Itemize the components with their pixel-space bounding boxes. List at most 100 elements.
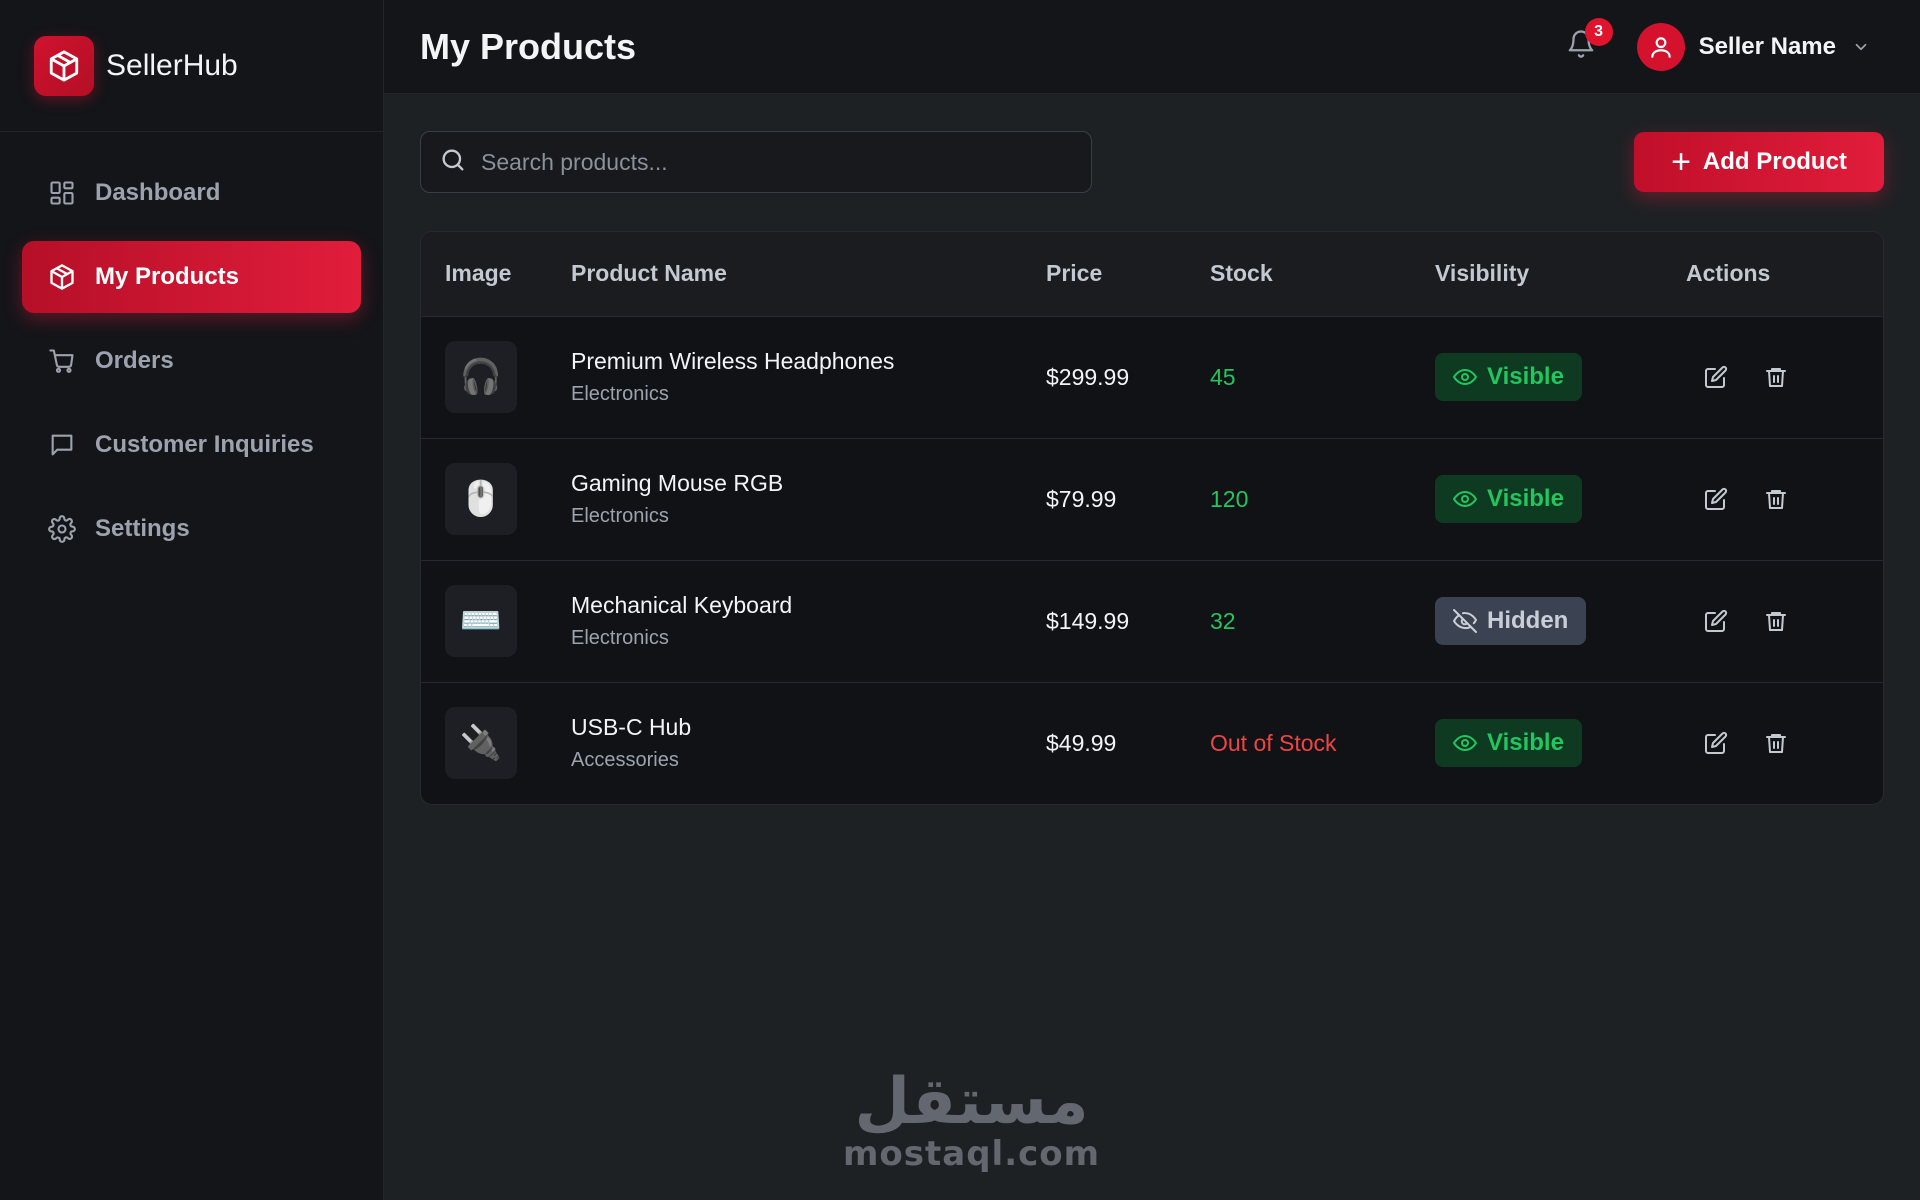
gear-icon (47, 514, 77, 544)
product-price: $149.99 (1046, 607, 1130, 634)
column-header-price: Price (1046, 260, 1103, 287)
table-row: 🎧 Premium Wireless Headphones Electronic… (421, 316, 1883, 438)
cell-visibility: Hidden (1435, 560, 1686, 682)
column-header-image: Image (445, 260, 512, 287)
sidebar-item-my-products[interactable]: My Products (22, 241, 361, 313)
product-stock: 45 (1210, 363, 1236, 390)
cell-image: 🔌 (421, 682, 571, 804)
row-actions (1686, 483, 1883, 515)
product-thumbnail: 🔌 (445, 707, 517, 780)
watermark: مستقل mostaql.com (843, 1070, 1100, 1174)
product-thumbnail: ⌨️ (445, 585, 517, 657)
app-root: SellerHub Dashboard My Products Orders C… (0, 0, 1920, 1200)
sidebar-item-orders[interactable]: Orders (22, 325, 361, 397)
trash-icon[interactable] (1760, 727, 1792, 759)
notification-count-badge: 3 (1584, 17, 1613, 46)
cell-price: $79.99 (1046, 438, 1210, 560)
row-actions (1686, 605, 1883, 637)
cell-price: $149.99 (1046, 560, 1210, 682)
user-menu[interactable]: Seller Name (1636, 22, 1870, 71)
cart-icon (47, 346, 77, 376)
cell-visibility: Visible (1435, 316, 1686, 438)
product-stock: 120 (1210, 485, 1249, 512)
sidebar-item-label: Dashboard (95, 179, 221, 206)
watermark-latin: mostaql.com (843, 1134, 1101, 1174)
cell-product-name: Mechanical Keyboard Electronics (571, 560, 1046, 682)
eye-off-icon (1453, 609, 1477, 633)
product-name: Gaming Mouse RGB (571, 470, 784, 496)
product-thumbnail: 🖱️ (445, 463, 517, 535)
chat-icon (47, 430, 77, 460)
user-icon (1650, 36, 1671, 58)
sidebar-item-label: My Products (95, 263, 240, 290)
products-table: Image Product Name Price Stock Visibilit… (421, 232, 1883, 804)
sidebar-item-dashboard[interactable]: Dashboard (22, 157, 361, 229)
avatar (1636, 22, 1685, 71)
sidebar: SellerHub Dashboard My Products Orders C… (0, 0, 384, 1200)
brand[interactable]: SellerHub (0, 0, 383, 132)
product-category: Electronics (571, 627, 669, 649)
product-category: Accessories (571, 749, 679, 772)
notifications-button[interactable]: 3 (1561, 17, 1613, 67)
edit-icon[interactable] (1700, 361, 1732, 393)
dashboard-grid-icon (47, 178, 77, 208)
product-category: Electronics (571, 505, 669, 527)
column-header-visibility: Visibility (1435, 260, 1530, 287)
trash-icon[interactable] (1760, 605, 1792, 637)
table-row: ⌨️ Mechanical Keyboard Electronics $149.… (421, 560, 1883, 682)
sidebar-item-settings[interactable]: Settings (22, 493, 361, 565)
visibility-label: Visible (1487, 363, 1564, 390)
sidebar-item-label: Orders (95, 347, 174, 374)
edit-icon[interactable] (1700, 483, 1732, 515)
watermark-arabic: مستقل (854, 1065, 1089, 1139)
edit-icon[interactable] (1700, 605, 1732, 637)
product-price: $49.99 (1046, 729, 1117, 756)
sidebar-nav: Dashboard My Products Orders Customer In… (0, 132, 383, 602)
product-thumbnail: 🎧 (445, 341, 517, 413)
visibility-toggle[interactable]: Visible (1435, 353, 1582, 401)
visibility-toggle[interactable]: Hidden (1435, 597, 1587, 645)
cell-visibility: Visible (1435, 682, 1686, 804)
column-header-stock: Stock (1210, 260, 1273, 287)
plus-icon: + (1671, 143, 1691, 181)
visibility-toggle[interactable]: Visible (1435, 719, 1582, 768)
cell-stock: 32 (1210, 560, 1435, 682)
search-input[interactable] (481, 148, 1091, 176)
topbar-right: 3 Seller Name (1561, 17, 1884, 71)
edit-icon[interactable] (1700, 727, 1732, 759)
table-header-row: Image Product Name Price Stock Visibilit… (421, 232, 1883, 316)
visibility-label: Visible (1487, 729, 1564, 757)
cell-actions (1686, 682, 1883, 804)
product-stock: Out of Stock (1210, 729, 1337, 756)
eye-icon (1453, 365, 1477, 389)
add-product-label: Add Product (1702, 148, 1847, 175)
product-name: Premium Wireless Headphones (571, 348, 895, 374)
visibility-toggle[interactable]: Visible (1435, 475, 1582, 523)
eye-icon (1453, 731, 1477, 755)
topbar: My Products 3 Seller Name (384, 0, 1920, 94)
cell-actions (1686, 560, 1883, 682)
trash-icon[interactable] (1760, 361, 1792, 393)
sidebar-item-customer-inquiries[interactable]: Customer Inquiries (22, 409, 361, 481)
products-table-card: Image Product Name Price Stock Visibilit… (420, 231, 1884, 805)
trash-icon[interactable] (1760, 483, 1792, 515)
sidebar-item-label: Settings (95, 515, 190, 542)
column-header-product-name: Product Name (571, 260, 727, 287)
eye-icon (1453, 487, 1477, 511)
toolbar: + Add Product (420, 131, 1884, 193)
box-icon (34, 35, 94, 96)
table-row: 🖱️ Gaming Mouse RGB Electronics $79.99 1… (421, 438, 1883, 560)
cell-price: $299.99 (1046, 316, 1210, 438)
cell-image: ⌨️ (421, 560, 571, 682)
cell-visibility: Visible (1435, 438, 1686, 560)
cell-actions (1686, 316, 1883, 438)
search-box (420, 131, 1092, 193)
product-price: $79.99 (1046, 485, 1117, 512)
add-product-button[interactable]: + Add Product (1634, 132, 1884, 192)
cell-product-name: Gaming Mouse RGB Electronics (571, 438, 1046, 560)
chevron-down-icon (1852, 38, 1870, 56)
cell-product-name: USB-C Hub Accessories (571, 682, 1046, 804)
cell-image: 🖱️ (421, 438, 571, 560)
column-header-actions: Actions (1686, 260, 1771, 287)
product-price: $299.99 (1046, 363, 1130, 390)
